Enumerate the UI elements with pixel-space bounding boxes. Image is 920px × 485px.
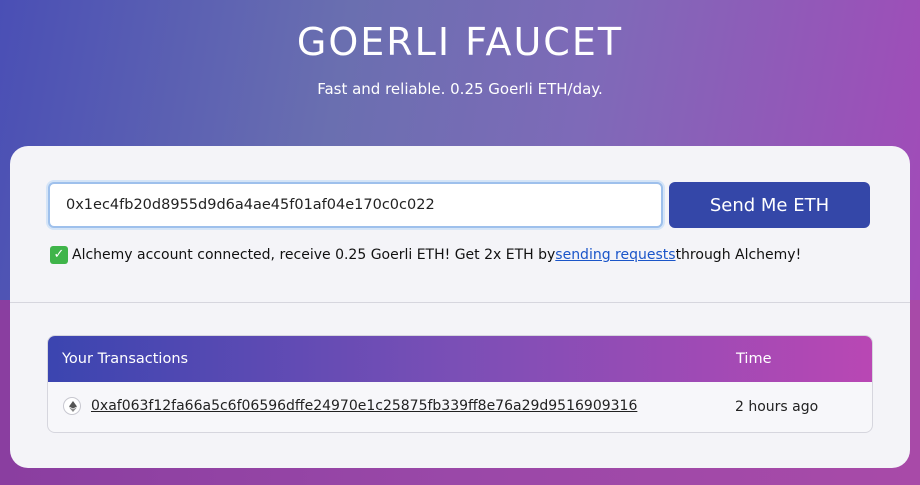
send-me-eth-button[interactable]: Send Me ETH bbox=[669, 182, 870, 228]
faucet-card: Send Me ETH ✓ Alchemy account connected,… bbox=[10, 146, 910, 468]
check-mark-icon: ✓ bbox=[50, 246, 68, 264]
transaction-hash-link[interactable]: 0xaf063f12fa66a5c6f06596dffe24970e1c2587… bbox=[91, 398, 637, 414]
page-subtitle: Fast and reliable. 0.25 Goerli ETH/day. bbox=[317, 80, 603, 98]
table-row: 0xaf063f12fa66a5c6f06596dffe24970e1c2587… bbox=[48, 382, 872, 432]
wallet-address-input[interactable] bbox=[48, 182, 663, 228]
page-title: GOERLI FAUCET bbox=[296, 20, 624, 64]
header-your-transactions: Your Transactions bbox=[62, 351, 189, 367]
notice-prefix: Alchemy account connected, receive 0.25 … bbox=[72, 247, 556, 263]
notice-suffix: through Alchemy! bbox=[675, 247, 802, 263]
request-form: Send Me ETH bbox=[48, 182, 870, 228]
transactions-header: Your Transactions Time bbox=[48, 336, 872, 382]
page-header: GOERLI FAUCET Fast and reliable. 0.25 Go… bbox=[0, 0, 920, 98]
ethereum-icon bbox=[63, 397, 81, 415]
alchemy-notice: ✓ Alchemy account connected, receive 0.2… bbox=[50, 246, 801, 264]
header-time: Time bbox=[736, 351, 772, 367]
sending-requests-link[interactable]: sending requests bbox=[555, 247, 675, 263]
transactions-table: Your Transactions Time 0xaf063f12fa66a5c… bbox=[47, 335, 873, 433]
transaction-time: 2 hours ago bbox=[735, 399, 819, 415]
divider bbox=[10, 302, 910, 303]
